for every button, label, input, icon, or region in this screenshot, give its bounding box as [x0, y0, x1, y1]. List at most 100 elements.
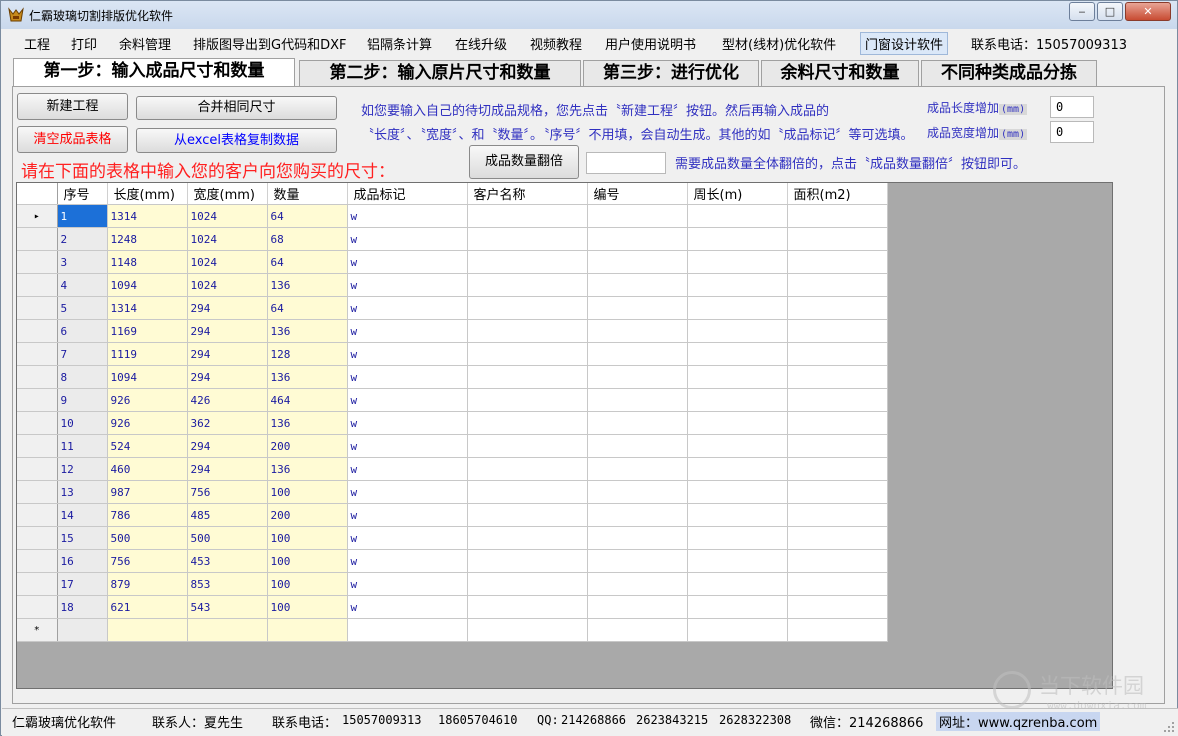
- row-selector[interactable]: [17, 411, 58, 435]
- cell-length[interactable]: 524: [107, 434, 188, 458]
- cell-mark[interactable]: w: [347, 434, 468, 458]
- cell-length[interactable]: 1094: [107, 273, 188, 297]
- tab-step2-sheets[interactable]: 第二步：输入原片尺寸和数量: [299, 60, 581, 86]
- cell-customer[interactable]: [467, 618, 588, 642]
- cell-area[interactable]: [787, 296, 888, 320]
- cell-customer[interactable]: [467, 250, 588, 274]
- cell-code[interactable]: [587, 411, 688, 435]
- length-add-input[interactable]: [1050, 96, 1094, 118]
- cell-area[interactable]: [787, 572, 888, 596]
- cell-width[interactable]: 294: [187, 342, 268, 366]
- cell-customer[interactable]: [467, 204, 588, 228]
- cell-quantity[interactable]: 64: [267, 204, 348, 228]
- row-selector[interactable]: [17, 526, 58, 550]
- cell-seq[interactable]: 13: [57, 480, 108, 504]
- cell-mark[interactable]: w: [347, 296, 468, 320]
- table-row[interactable]: 13 987 756 100 w: [17, 480, 888, 504]
- cell-code[interactable]: [587, 296, 688, 320]
- cell-mark[interactable]: w: [347, 319, 468, 343]
- cell-seq[interactable]: 6: [57, 319, 108, 343]
- cell-perimeter[interactable]: [687, 411, 788, 435]
- cell-quantity[interactable]: [267, 618, 348, 642]
- row-selector[interactable]: [17, 572, 58, 596]
- cell-mark[interactable]: w: [347, 273, 468, 297]
- cell-code[interactable]: [587, 342, 688, 366]
- cell-mark[interactable]: w: [347, 503, 468, 527]
- cell-width[interactable]: 426: [187, 388, 268, 412]
- cell-code[interactable]: [587, 572, 688, 596]
- cell-perimeter[interactable]: [687, 526, 788, 550]
- row-selector[interactable]: [17, 595, 58, 619]
- cell-code[interactable]: [587, 618, 688, 642]
- cell-perimeter[interactable]: [687, 457, 788, 481]
- cell-mark[interactable]: w: [347, 549, 468, 573]
- resize-grip-icon[interactable]: [1163, 721, 1175, 733]
- col-length-header[interactable]: 长度(mm): [107, 183, 188, 205]
- cell-code[interactable]: [587, 549, 688, 573]
- cell-mark[interactable]: [347, 618, 468, 642]
- cell-length[interactable]: 500: [107, 526, 188, 550]
- cell-area[interactable]: [787, 411, 888, 435]
- cell-seq[interactable]: 14: [57, 503, 108, 527]
- menu-export-gcode-dxf[interactable]: 排版图导出到G代码和DXF: [193, 34, 346, 53]
- table-row[interactable]: 12 460 294 136 w: [17, 457, 888, 481]
- table-row[interactable]: 3 1148 1024 64 w: [17, 250, 888, 274]
- double-quantity-button[interactable]: 成品数量翻倍: [469, 145, 579, 179]
- row-selector[interactable]: [17, 388, 58, 412]
- cell-area[interactable]: [787, 434, 888, 458]
- cell-customer[interactable]: [467, 319, 588, 343]
- cell-length[interactable]: 879: [107, 572, 188, 596]
- cell-customer[interactable]: [467, 595, 588, 619]
- cell-code[interactable]: [587, 526, 688, 550]
- cell-width[interactable]: 853: [187, 572, 268, 596]
- cell-customer[interactable]: [467, 480, 588, 504]
- cell-code[interactable]: [587, 595, 688, 619]
- row-selector[interactable]: [17, 503, 58, 527]
- maximize-button[interactable]: □: [1097, 2, 1123, 21]
- cell-area[interactable]: [787, 595, 888, 619]
- cell-area[interactable]: [787, 273, 888, 297]
- cell-mark[interactable]: w: [347, 365, 468, 389]
- cell-code[interactable]: [587, 273, 688, 297]
- cell-mark[interactable]: w: [347, 204, 468, 228]
- cell-seq[interactable]: 3: [57, 250, 108, 274]
- row-selector[interactable]: [17, 434, 58, 458]
- cell-customer[interactable]: [467, 342, 588, 366]
- merge-sizes-button[interactable]: 合并相同尺寸: [136, 96, 337, 120]
- cell-width[interactable]: [187, 618, 268, 642]
- cell-length[interactable]: 1169: [107, 319, 188, 343]
- cell-width[interactable]: 294: [187, 319, 268, 343]
- cell-perimeter[interactable]: [687, 480, 788, 504]
- table-row[interactable]: 5 1314 294 64 w: [17, 296, 888, 320]
- cell-area[interactable]: [787, 457, 888, 481]
- row-selector[interactable]: [17, 457, 58, 481]
- cell-width[interactable]: 362: [187, 411, 268, 435]
- row-selector[interactable]: [17, 319, 58, 343]
- cell-width[interactable]: 1024: [187, 204, 268, 228]
- cell-quantity[interactable]: 64: [267, 250, 348, 274]
- cell-length[interactable]: 1314: [107, 296, 188, 320]
- cell-width[interactable]: 1024: [187, 227, 268, 251]
- cell-customer[interactable]: [467, 457, 588, 481]
- row-selector[interactable]: ▸: [17, 204, 58, 228]
- cell-perimeter[interactable]: [687, 296, 788, 320]
- cell-code[interactable]: [587, 365, 688, 389]
- menu-remnant[interactable]: 余料管理: [119, 34, 171, 53]
- cell-code[interactable]: [587, 250, 688, 274]
- menu-project[interactable]: 工程: [24, 34, 50, 53]
- col-mark-header[interactable]: 成品标记: [347, 183, 468, 205]
- cell-area[interactable]: [787, 227, 888, 251]
- cell-code[interactable]: [587, 434, 688, 458]
- cell-customer[interactable]: [467, 227, 588, 251]
- cell-mark[interactable]: w: [347, 411, 468, 435]
- cell-code[interactable]: [587, 319, 688, 343]
- cell-code[interactable]: [587, 503, 688, 527]
- cell-seq[interactable]: 15: [57, 526, 108, 550]
- tab-step3-optimize[interactable]: 第三步：进行优化: [583, 60, 759, 86]
- table-row[interactable]: 8 1094 294 136 w: [17, 365, 888, 389]
- cell-quantity[interactable]: 136: [267, 273, 348, 297]
- table-row[interactable]: 16 756 453 100 w: [17, 549, 888, 573]
- cell-width[interactable]: 294: [187, 457, 268, 481]
- double-quantity-input[interactable]: [586, 152, 666, 174]
- cell-width[interactable]: 294: [187, 434, 268, 458]
